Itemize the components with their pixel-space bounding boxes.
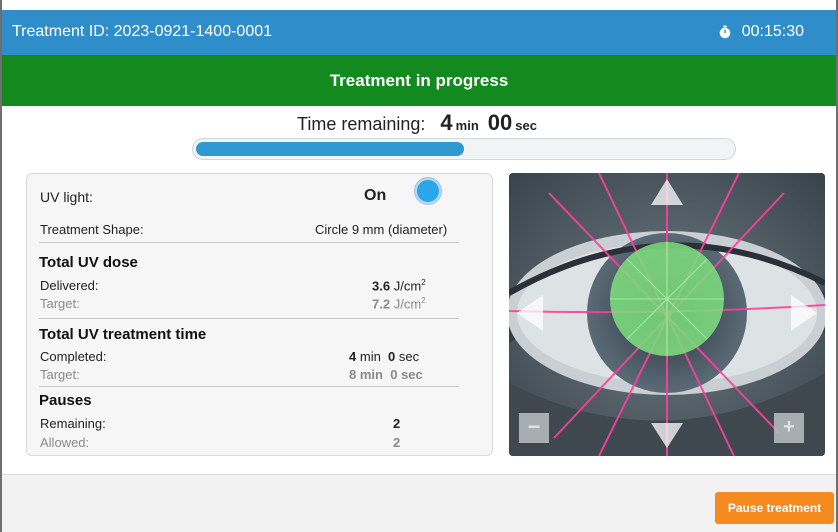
app-frame: Treatment ID: 2023-0921-1400-0001 00:15:…	[0, 0, 838, 532]
dose-title: Total UV dose	[39, 254, 138, 271]
minutes-value: 4	[440, 110, 453, 135]
shape-label: Treatment Shape:	[40, 222, 144, 237]
time-target-value: 8 min 0 sec	[349, 367, 423, 382]
pauses-remaining-value: 2	[393, 416, 401, 431]
pauses-remaining-label: Remaining:	[40, 416, 106, 431]
pause-treatment-button[interactable]: Pause treatment	[715, 492, 834, 524]
pauses-allowed-label: Allowed:	[40, 435, 90, 450]
shape-value: Circle 9 mm (diameter)	[315, 222, 448, 237]
divider	[39, 318, 459, 319]
dose-delivered-label: Delivered:	[40, 278, 99, 293]
zoom-out-button[interactable]: −	[519, 413, 549, 443]
time-completed-value: 4 min 0 sec	[349, 349, 420, 364]
dose-delivered-row: Delivered: 3.6 J/cm2	[40, 278, 472, 293]
seconds-value: 00	[487, 110, 513, 135]
elapsed-time: 00:15:30	[741, 23, 804, 40]
eye-camera-view[interactable]: − +	[509, 173, 825, 456]
treatment-info-panel: UV light: On Treatment Shape: Circle 9 m…	[26, 173, 493, 456]
uv-light-value: On	[364, 187, 387, 204]
dose-delivered-value: 3.6 J/cm2	[372, 278, 426, 294]
pauses-allowed-value: 2	[393, 435, 401, 450]
uv-light-label: UV light:	[40, 189, 93, 205]
status-banner: Treatment in progress	[2, 55, 836, 106]
time-completed-row: Completed: 4 min 0 sec	[40, 349, 472, 364]
time-completed-label: Completed:	[40, 349, 107, 364]
header-bar: Treatment ID: 2023-0921-1400-0001 00:15:…	[2, 10, 836, 55]
time-remaining-label: Time remaining:	[297, 114, 426, 134]
treatment-id: Treatment ID: 2023-0921-1400-0001	[12, 23, 273, 40]
dose-target-row: Target: 7.2 J/cm2	[40, 296, 472, 311]
seconds-unit: sec	[515, 118, 537, 133]
time-remaining: Time remaining: 4 min 00 sec	[2, 110, 836, 136]
pauses-allowed-row: Allowed: 2	[40, 435, 472, 450]
progress-fill	[196, 142, 464, 156]
dose-target-label: Target:	[40, 296, 80, 311]
footer-bar	[2, 474, 836, 532]
divider	[39, 386, 459, 387]
progress-bar	[192, 138, 736, 160]
elapsed-timer: 00:15:30	[718, 23, 804, 41]
time-target-row: Target: 8 min 0 sec	[40, 367, 472, 382]
minutes-unit: min	[455, 118, 479, 133]
uv-light-indicator	[415, 178, 441, 204]
pauses-remaining-row: Remaining: 2	[40, 416, 472, 431]
stopwatch-icon	[719, 25, 731, 39]
time-target-label: Target:	[40, 367, 80, 382]
shape-row: Treatment Shape: Circle 9 mm (diameter)	[40, 222, 472, 237]
pauses-title: Pauses	[39, 392, 92, 409]
zoom-in-button[interactable]: +	[774, 413, 804, 443]
uv-light-row: UV light: On	[40, 187, 472, 205]
divider	[39, 242, 459, 243]
dose-target-value: 7.2 J/cm2	[372, 296, 426, 312]
time-title: Total UV treatment time	[39, 326, 207, 343]
